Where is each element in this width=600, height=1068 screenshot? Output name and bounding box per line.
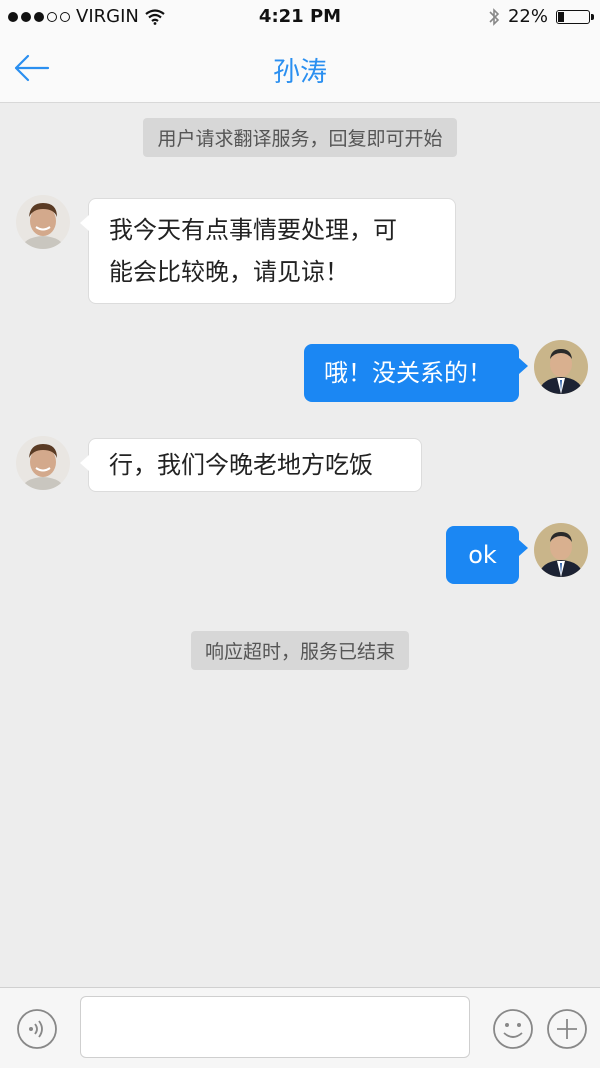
status-bar: VIRGIN 4:21 PM 22%	[0, 0, 600, 34]
plus-icon[interactable]	[546, 1008, 588, 1050]
system-notice-end: 响应超时，服务已结束	[0, 631, 600, 670]
system-notice-start: 用户请求翻译服务，回复即可开始	[0, 118, 600, 157]
incoming-message-bubble: 我今天有点事情要处理，可 能会比较晚，请见谅！	[80, 198, 456, 304]
battery-level	[558, 11, 565, 22]
my-avatar[interactable]	[534, 523, 588, 577]
battery-icon	[556, 9, 594, 24]
message-text-line: 我今天有点事情要处理，可	[109, 216, 397, 244]
my-avatar[interactable]	[534, 340, 588, 394]
outgoing-message-bubble: ok	[446, 526, 528, 584]
message-text: 哦！没关系的！	[324, 359, 492, 387]
outgoing-message-bubble: 哦！没关系的！	[304, 344, 528, 402]
input-bar	[0, 987, 600, 1068]
message-input[interactable]	[80, 996, 470, 1058]
contact-avatar[interactable]	[16, 195, 70, 249]
page-title: 孙涛	[273, 57, 327, 88]
nav-bar: 孙涛	[0, 34, 600, 103]
system-notice-text: 响应超时，服务已结束	[190, 631, 409, 670]
contact-avatar[interactable]	[16, 436, 70, 490]
voice-icon[interactable]	[16, 1008, 58, 1050]
message-text: ok	[468, 541, 497, 569]
bluetooth-icon	[489, 7, 500, 26]
message-text-line: 能会比较晚，请见谅！	[109, 258, 349, 286]
incoming-message-bubble: 行，我们今晚老地方吃饭	[80, 438, 422, 492]
message-text: 行，我们今晚老地方吃饭	[109, 451, 373, 479]
emoji-icon[interactable]	[492, 1008, 534, 1050]
system-notice-text: 用户请求翻译服务，回复即可开始	[143, 118, 457, 157]
status-right: 22%	[488, 6, 594, 27]
battery-percent: 22%	[507, 6, 548, 27]
